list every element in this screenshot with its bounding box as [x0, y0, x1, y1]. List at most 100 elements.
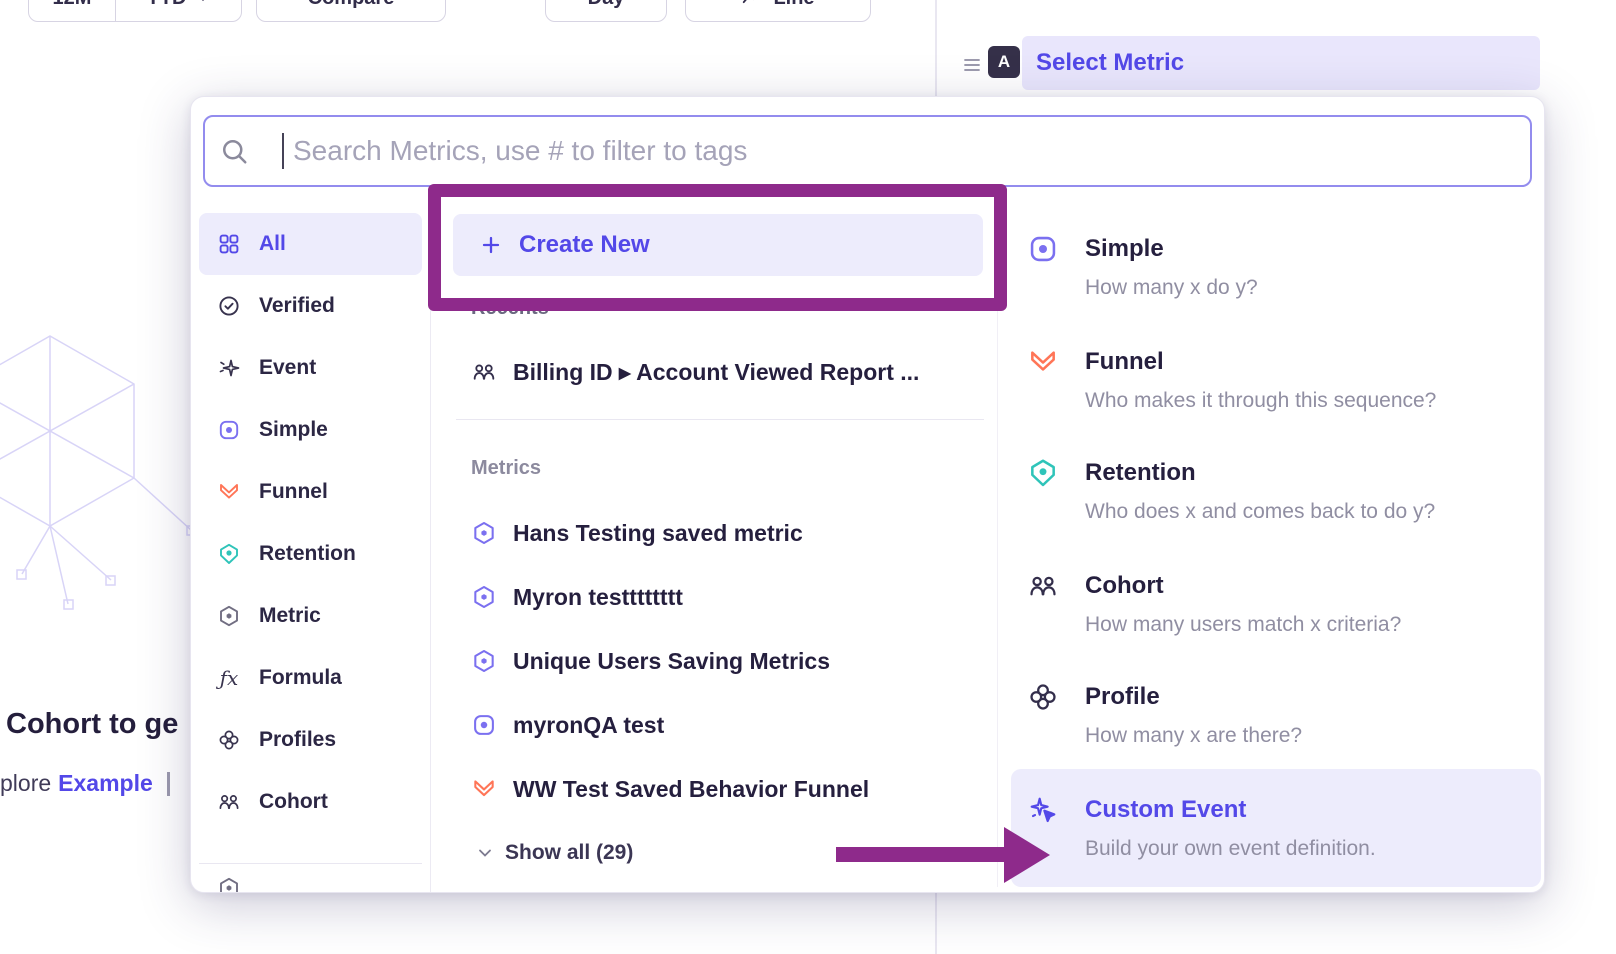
- simple-icon: [471, 712, 497, 738]
- date-range-segmented-control: 12M YTD: [28, 0, 242, 22]
- type-retention[interactable]: Retention Who does x and comes back to d…: [1027, 457, 1532, 525]
- sidebar-item-partial[interactable]: [191, 876, 430, 893]
- type-custom-event[interactable]: Custom Event Build your own event defini…: [1027, 794, 1532, 862]
- compare-label: Compare: [308, 0, 395, 10]
- sidebar-label: Event: [259, 356, 316, 380]
- sidebar-label: Metric: [259, 604, 321, 628]
- funnel-icon: [471, 776, 497, 802]
- metric-picker-modal: All Verified Event Simple Funnel Retenti…: [190, 96, 1545, 893]
- plus-icon: [479, 233, 503, 257]
- sidebar-item-verified[interactable]: Verified: [199, 275, 422, 337]
- show-all-label: Show all (29): [505, 841, 633, 865]
- empty-state-subtext: plore Example: [0, 770, 170, 797]
- cohort-people-icon: [1027, 570, 1059, 602]
- explore-text-fragment: plore: [0, 770, 51, 797]
- metric-hexagon-icon: [217, 876, 241, 893]
- range-12m-label: 12M: [53, 0, 92, 10]
- metric-hexagon-icon: [471, 648, 497, 674]
- sidebar-label: Verified: [259, 294, 335, 318]
- type-description: Who makes it through this sequence?: [1085, 388, 1436, 414]
- recent-item-label: Billing ID ▸ Account Viewed Report ...: [513, 359, 919, 386]
- sidebar-item-all[interactable]: All: [199, 213, 422, 275]
- sidebar-item-event[interactable]: Event: [199, 337, 422, 399]
- sidebar-item-profiles[interactable]: Profiles: [199, 709, 422, 771]
- empty-state-headline: Cohort to ge: [6, 708, 178, 741]
- sidebar-label: Profiles: [259, 728, 336, 752]
- type-cohort[interactable]: Cohort How many users match x criteria?: [1027, 570, 1532, 638]
- series-a-label: A: [998, 52, 1010, 72]
- metric-hexagon-icon: [471, 520, 497, 546]
- metrics-header: Metrics: [471, 457, 541, 480]
- sidebar-item-formula[interactable]: ƒx Formula: [199, 647, 422, 709]
- type-description: How many x are there?: [1085, 723, 1302, 749]
- show-all-button[interactable]: Show all (29): [475, 833, 633, 873]
- cohort-people-icon: [217, 790, 241, 814]
- metric-item-label: WW Test Saved Behavior Funnel: [513, 776, 869, 803]
- type-title: Custom Event: [1085, 794, 1376, 826]
- retention-icon: [217, 542, 241, 566]
- create-new-button[interactable]: Create New: [453, 214, 983, 276]
- example-link[interactable]: Example: [58, 770, 153, 797]
- chevron-down-icon: [195, 0, 211, 6]
- simple-icon: [217, 418, 241, 442]
- type-description: How many x do y?: [1085, 275, 1258, 301]
- type-description: How many users match x criteria?: [1085, 612, 1401, 638]
- select-metric-field[interactable]: Select Metric: [1022, 36, 1540, 90]
- category-sidebar: All Verified Event Simple Funnel Retenti…: [191, 205, 431, 893]
- sidebar-label: Funnel: [259, 480, 328, 504]
- select-metric-label: Select Metric: [1036, 49, 1184, 77]
- type-title: Funnel: [1085, 346, 1436, 378]
- metric-item-label: Myron testttttttt: [513, 584, 683, 611]
- search-input[interactable]: [203, 115, 1532, 187]
- sidebar-label: All: [259, 232, 286, 256]
- line-chart-icon: [741, 0, 763, 9]
- type-description: Who does x and comes back to do y?: [1085, 499, 1435, 525]
- app-root: 12M YTD Compare Day Line A Select Metric: [0, 0, 1616, 954]
- type-title: Simple: [1085, 233, 1258, 265]
- text-divider-bar: [167, 772, 170, 796]
- compare-button[interactable]: Compare: [256, 0, 446, 22]
- type-title: Retention: [1085, 457, 1435, 489]
- funnel-icon: [217, 480, 241, 504]
- type-description: Build your own event definition.: [1085, 836, 1376, 862]
- type-funnel[interactable]: Funnel Who makes it through this sequenc…: [1027, 346, 1532, 414]
- metric-item[interactable]: WW Test Saved Behavior Funnel: [471, 759, 869, 819]
- sidebar-item-simple[interactable]: Simple: [199, 399, 422, 461]
- retention-icon: [1027, 457, 1059, 489]
- drag-handle-icon[interactable]: [960, 52, 984, 76]
- metric-item-label: Hans Testing saved metric: [513, 520, 803, 547]
- metric-item[interactable]: Myron testttttttt: [471, 567, 683, 627]
- sidebar-item-funnel[interactable]: Funnel: [199, 461, 422, 523]
- wireframe-illustration: [0, 318, 215, 648]
- event-spark-icon: [217, 356, 241, 380]
- interval-day-button[interactable]: Day: [545, 0, 667, 22]
- range-12m-button[interactable]: 12M: [29, 0, 115, 21]
- custom-event-icon: [1027, 794, 1059, 826]
- sidebar-label: Cohort: [259, 790, 328, 814]
- metric-item[interactable]: Unique Users Saving Metrics: [471, 631, 830, 691]
- sidebar-item-metric[interactable]: Metric: [199, 585, 422, 647]
- sidebar-item-cohort[interactable]: Cohort: [199, 771, 422, 833]
- chevron-down-icon: [475, 843, 495, 863]
- range-ytd-label: YTD: [147, 0, 187, 10]
- simple-icon: [1027, 233, 1059, 265]
- type-title: Profile: [1085, 681, 1302, 713]
- recent-item-billing[interactable]: Billing ID ▸ Account Viewed Report ...: [471, 349, 919, 395]
- sidebar-divider: [199, 863, 422, 864]
- sidebar-item-retention[interactable]: Retention: [199, 523, 422, 585]
- create-new-label: Create New: [519, 231, 650, 259]
- type-simple[interactable]: Simple How many x do y?: [1027, 233, 1532, 301]
- type-profile[interactable]: Profile How many x are there?: [1027, 681, 1532, 749]
- grid-icon: [217, 232, 241, 256]
- metric-item[interactable]: myronQA test: [471, 695, 664, 755]
- chart-type-label: Line: [773, 0, 814, 10]
- interval-label: Day: [588, 0, 625, 10]
- range-ytd-dropdown[interactable]: YTD: [115, 0, 241, 21]
- search-box: [203, 115, 1532, 187]
- type-title: Cohort: [1085, 570, 1401, 602]
- sidebar-label: Formula: [259, 666, 342, 690]
- sidebar-label: Simple: [259, 418, 328, 442]
- chart-type-line-button[interactable]: Line: [685, 0, 871, 22]
- formula-icon: ƒx: [217, 666, 241, 690]
- metric-item[interactable]: Hans Testing saved metric: [471, 503, 803, 563]
